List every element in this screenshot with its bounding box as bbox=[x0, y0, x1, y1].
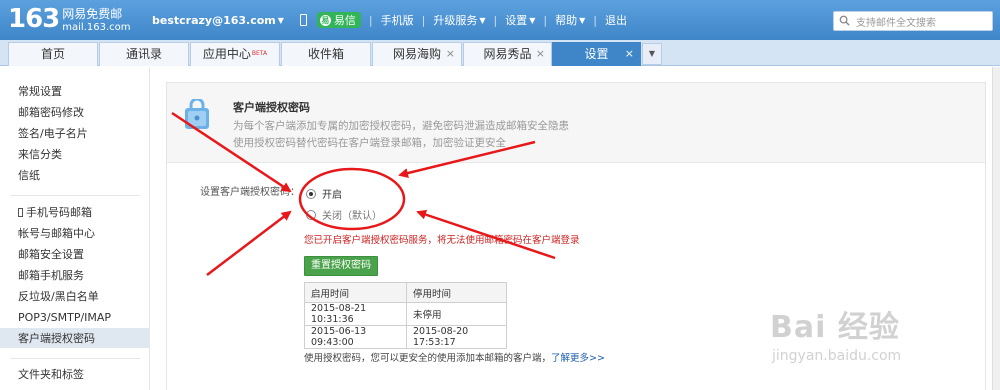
close-icon[interactable]: × bbox=[536, 43, 545, 65]
tab-contacts[interactable]: 通讯录 bbox=[99, 42, 189, 66]
settings-sidebar: 常规设置 邮箱密码修改 签名/电子名片 来信分类 信纸 手机号码邮箱 帐号与邮箱… bbox=[0, 67, 150, 390]
table-cell: 未停用 bbox=[406, 302, 507, 326]
column-enable-time: 启用时间 bbox=[304, 282, 407, 303]
tab-netease-haigou[interactable]: 网易海购 × bbox=[372, 42, 462, 66]
top-bar: 163 网易免费邮 mail.163.com bestcrazy@163.com… bbox=[0, 0, 1000, 40]
close-icon[interactable]: × bbox=[625, 43, 634, 65]
chevron-down-icon[interactable]: ▼ bbox=[479, 16, 485, 25]
panel-title: 客户端授权密码 bbox=[233, 101, 310, 114]
table-cell: 2015-06-13 09:43:00 bbox=[304, 325, 407, 349]
sidebar-item-antispam[interactable]: 反垃圾/黑白名单 bbox=[18, 289, 99, 305]
sidebar-divider bbox=[10, 358, 140, 359]
client-password-icon bbox=[185, 99, 209, 129]
scrollbar[interactable] bbox=[992, 67, 1000, 390]
settings-link[interactable]: 设置 bbox=[505, 12, 527, 28]
footer-note: 使用授权密码，您可以更安全的使用添加本邮箱的客户端，了解更多>> bbox=[304, 353, 605, 364]
tab-netease-xiupin[interactable]: 网易秀品 × bbox=[463, 42, 552, 66]
sidebar-item-client-auth-password[interactable]: 客户端授权密码 bbox=[18, 331, 95, 347]
status-notice: 您已开启客户端授权密码服务，将无法使用邮箱密码在客户端登录 bbox=[304, 235, 580, 246]
sidebar-item-mobile-service[interactable]: 邮箱手机服务 bbox=[18, 268, 84, 284]
table-row: 2015-08-21 10:31:36 未停用 bbox=[304, 302, 507, 326]
radio-disable[interactable]: 关闭（默认） bbox=[306, 207, 382, 222]
close-icon[interactable]: × bbox=[446, 43, 455, 65]
yixin-button[interactable]: 易 易信 bbox=[316, 12, 361, 28]
logo[interactable]: 163 网易免费邮 mail.163.com bbox=[8, 5, 131, 35]
search-icon[interactable] bbox=[839, 15, 850, 26]
sidebar-item-security[interactable]: 邮箱安全设置 bbox=[18, 247, 84, 263]
mobile-version-link[interactable]: 手机版 bbox=[381, 12, 414, 28]
more-tabs-chevron-icon[interactable]: ▼ bbox=[642, 43, 662, 65]
search-input[interactable]: 支持邮件全文搜索 bbox=[833, 11, 993, 31]
table-row: 2015-06-13 09:43:00 2015-08-20 17:53:17 bbox=[304, 325, 507, 349]
learn-more-link[interactable]: 了解更多>> bbox=[551, 353, 605, 364]
mobile-phone-icon bbox=[18, 208, 23, 217]
column-disable-time: 停用时间 bbox=[406, 282, 507, 303]
panel-header: 客户端授权密码 为每个客户端添加专属的加密授权密码，避免密码泄漏造成邮箱安全隐患… bbox=[167, 83, 985, 163]
sidebar-item-folders-tags[interactable]: 文件夹和标签 bbox=[18, 367, 84, 383]
watermark-brand: Bai 经验 bbox=[770, 310, 900, 345]
sidebar-item-mail-filter[interactable]: 来信分类 bbox=[18, 147, 62, 163]
auth-password-field-label: 设置客户端授权密码： bbox=[200, 187, 300, 198]
reset-auth-password-button[interactable]: 重置授权密码 bbox=[304, 256, 378, 276]
table-cell: 2015-08-21 10:31:36 bbox=[304, 302, 407, 326]
radio-button-selected[interactable] bbox=[306, 188, 316, 199]
logout-link[interactable]: 退出 bbox=[605, 12, 627, 28]
user-area: bestcrazy@163.com ▼ 易 易信 | 手机版 | 升级服务 ▼ |… bbox=[152, 12, 627, 28]
yixin-label: 易信 bbox=[333, 14, 356, 27]
sidebar-item-password-change[interactable]: 邮箱密码修改 bbox=[18, 105, 84, 121]
radio-button[interactable] bbox=[306, 209, 316, 220]
sidebar-item-account-center[interactable]: 帐号与邮箱中心 bbox=[18, 226, 95, 242]
tab-app-center[interactable]: 应用中心BETA bbox=[190, 42, 280, 66]
mobile-phone-icon[interactable] bbox=[299, 14, 307, 26]
sidebar-item-mobile-mail[interactable]: 手机号码邮箱 bbox=[18, 205, 92, 221]
upgrade-service-link[interactable]: 升级服务 bbox=[433, 12, 477, 28]
sidebar-item-pop3-smtp-imap[interactable]: POP3/SMTP/IMAP bbox=[18, 310, 111, 326]
yixin-icon: 易 bbox=[319, 14, 331, 26]
sidebar-item-stationery[interactable]: 信纸 bbox=[18, 168, 40, 184]
tab-inbox[interactable]: 收件箱 bbox=[281, 42, 371, 66]
table-header-row: 启用时间 停用时间 bbox=[304, 282, 507, 303]
table-cell: 2015-08-20 17:53:17 bbox=[406, 325, 507, 349]
panel-description: 为每个客户端添加专属的加密授权密码，避免密码泄漏造成邮箱安全隐患 使用授权密码替… bbox=[233, 120, 569, 149]
user-email-link[interactable]: bestcrazy@163.com bbox=[152, 14, 276, 27]
sidebar-divider bbox=[10, 195, 140, 196]
chevron-down-icon[interactable]: ▼ bbox=[579, 16, 585, 25]
tab-bar: 首页 通讯录 应用中心BETA 收件箱 网易海购 × 网易秀品 × 设置 × ▼ bbox=[0, 40, 1000, 66]
sidebar-item-signature[interactable]: 签名/电子名片 bbox=[18, 126, 88, 142]
watermark: Bai 经验 jingyan.baidu.com bbox=[770, 302, 901, 364]
watermark-url: jingyan.baidu.com bbox=[772, 348, 902, 364]
tab-settings[interactable]: 设置 × bbox=[552, 42, 641, 66]
sidebar-item-general[interactable]: 常规设置 bbox=[18, 84, 62, 100]
chevron-down-icon[interactable]: ▼ bbox=[529, 16, 535, 25]
tab-home[interactable]: 首页 bbox=[8, 42, 98, 66]
search-placeholder: 支持邮件全文搜索 bbox=[856, 17, 936, 29]
chevron-down-icon[interactable]: ▼ bbox=[278, 16, 284, 25]
beta-badge: BETA bbox=[251, 50, 268, 57]
logo-title: 网易免费邮 bbox=[62, 7, 123, 21]
radio-enable[interactable]: 开启 bbox=[306, 186, 342, 201]
help-link[interactable]: 帮助 bbox=[555, 12, 577, 28]
logo-domain: mail.163.com bbox=[62, 22, 131, 33]
auth-password-history-table: 启用时间 停用时间 2015-08-21 10:31:36 未停用 2015-0… bbox=[304, 282, 507, 349]
logo-number: 163 bbox=[8, 4, 60, 34]
